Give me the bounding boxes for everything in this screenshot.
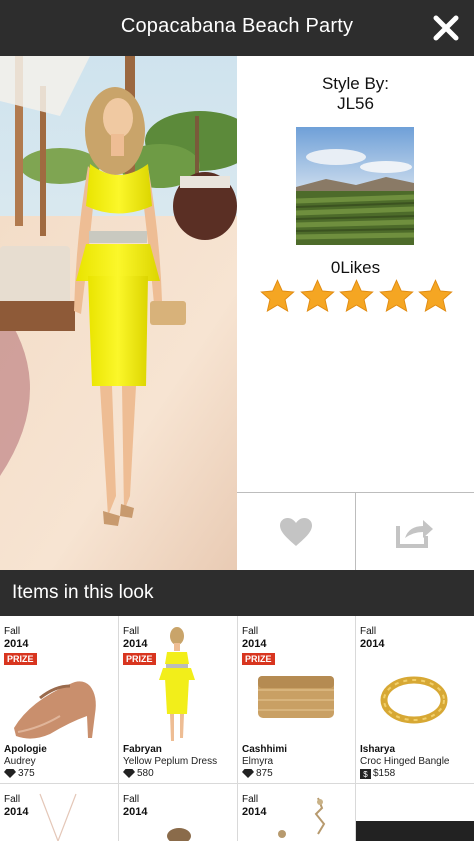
item-brand: Cashhimi <box>242 744 288 755</box>
item-brand: Apologie <box>4 744 47 755</box>
item-card[interactable]: Fall 2014 PRIZE Apologie Audrey 375 <box>0 616 118 783</box>
look-title: Copacabana Beach Party <box>120 15 354 37</box>
item-season: Fall <box>123 794 140 805</box>
beach-scene-illustration <box>0 56 237 570</box>
style-info-panel: Style By: JL56 0Likes <box>237 56 474 492</box>
prize-badge: PRIZE <box>242 653 275 665</box>
outfit-scene <box>0 56 237 570</box>
item-season: Fall <box>4 794 21 805</box>
star-icon[interactable] <box>417 278 454 315</box>
item-year: 2014 <box>242 638 267 650</box>
item-season: Fall <box>4 626 21 637</box>
rating-stars[interactable] <box>259 278 454 318</box>
vineyard-photo <box>296 127 414 245</box>
star-icon[interactable] <box>338 278 375 315</box>
item-name: Yellow Peplum Dress <box>123 756 218 767</box>
item-year: 2014 <box>242 806 267 818</box>
item-price: 375 <box>4 768 35 779</box>
item-price: 580 <box>123 768 154 779</box>
diamond-icon <box>4 769 16 778</box>
item-name: Elmyra <box>242 756 274 767</box>
top-bar: Copacabana Beach Party <box>0 0 474 56</box>
item-price-value: 875 <box>256 768 273 779</box>
svg-text:$: $ <box>363 770 368 779</box>
item-card[interactable]: Fall 2014 PRIZE Cashhimi Elmyra 875 <box>238 616 355 783</box>
item-season: Fall <box>242 794 259 805</box>
diamond-icon <box>123 769 135 778</box>
item-price-value: $158 <box>373 768 396 779</box>
item-year: 2014 <box>360 638 385 650</box>
prize-badge: PRIZE <box>123 653 156 665</box>
like-button[interactable] <box>237 493 355 570</box>
item-card[interactable]: Fall 2014 <box>0 784 118 841</box>
prize-badge: PRIZE <box>4 653 37 665</box>
item-card[interactable]: Fall 2014 Isharya Croc Hinged Bangle $ $… <box>356 616 474 783</box>
item-card[interactable]: Fall 2014 <box>119 784 237 841</box>
look-area: Style By: JL56 0Likes <box>0 56 474 570</box>
item-season: Fall <box>242 626 259 637</box>
cash-icon: $ <box>360 768 371 779</box>
item-year: 2014 <box>4 806 29 818</box>
item-name: Audrey <box>4 756 36 767</box>
bottom-bar-strip <box>356 821 474 841</box>
item-year: 2014 <box>123 806 148 818</box>
item-card[interactable]: Fall 2014 PRIZE Fabryan Yellow Peplum Dr… <box>119 616 237 783</box>
share-icon <box>396 519 433 548</box>
items-section-header: Items in this look <box>0 570 474 616</box>
item-brand: Isharya <box>360 744 396 755</box>
likes-count: 0Likes <box>330 258 381 277</box>
item-season: Fall <box>360 626 377 637</box>
item-price-value: 580 <box>137 768 154 779</box>
item-brand: Fabryan <box>123 744 162 755</box>
stylist-name[interactable]: JL56 <box>237 94 474 114</box>
items-section-title: Items in this look <box>12 582 154 603</box>
item-name: Croc Hinged Bangle <box>360 756 450 767</box>
look-actions <box>237 492 474 570</box>
item-year: 2014 <box>123 638 148 650</box>
share-button[interactable] <box>355 493 474 570</box>
item-season: Fall <box>123 626 140 637</box>
item-price: $ $158 <box>360 768 395 779</box>
star-icon[interactable] <box>259 278 296 315</box>
close-icon[interactable] <box>432 14 460 42</box>
diamond-icon <box>242 769 254 778</box>
item-year: 2014 <box>4 638 29 650</box>
style-by-label: Style By: <box>321 74 390 93</box>
item-price-value: 375 <box>18 768 35 779</box>
heart-icon <box>280 517 312 546</box>
items-grid: Fall 2014 PRIZE Apologie Audrey 375 Fall… <box>0 616 474 841</box>
star-icon[interactable] <box>378 278 415 315</box>
stylist-photo[interactable] <box>296 127 414 245</box>
star-icon[interactable] <box>299 278 336 315</box>
item-price: 875 <box>242 768 273 779</box>
item-card[interactable]: Fall 2014 <box>238 784 355 841</box>
